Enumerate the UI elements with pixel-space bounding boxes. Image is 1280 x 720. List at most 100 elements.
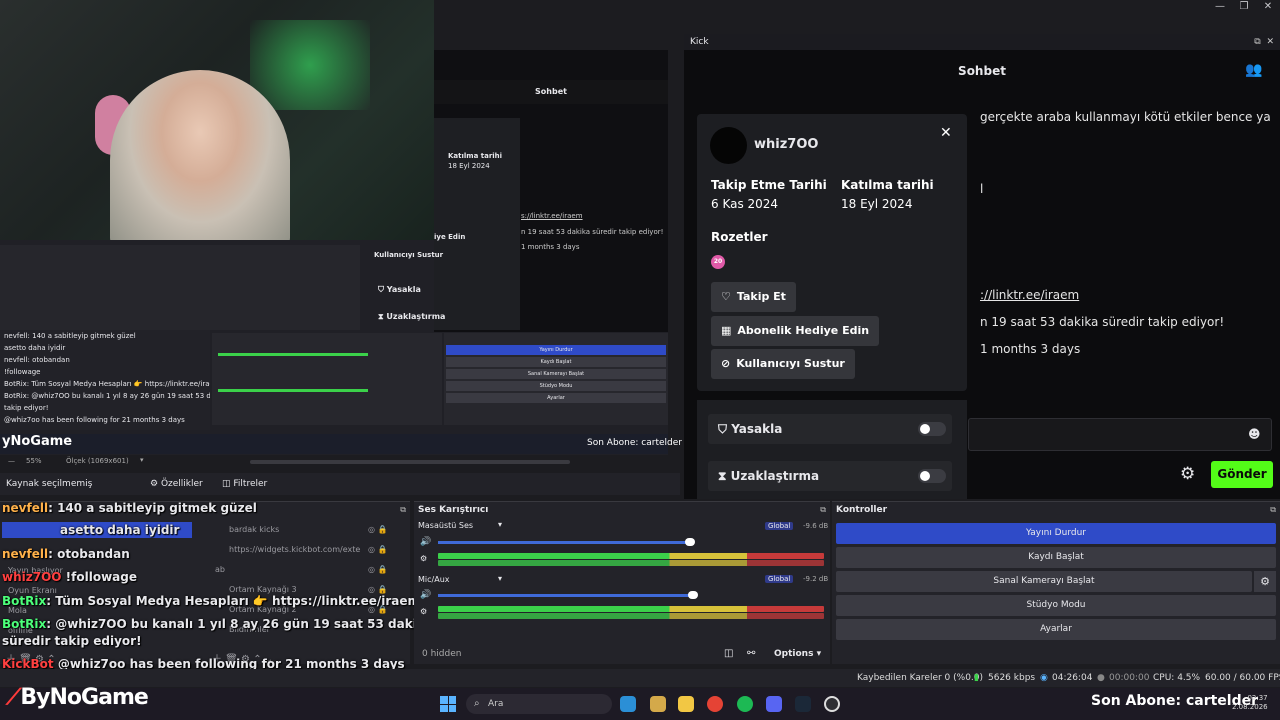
restore-icon[interactable]: ⧉ <box>1254 37 1260 47</box>
track-scope: Global <box>765 575 794 583</box>
edge-icon[interactable] <box>620 696 636 712</box>
popout-icon[interactable]: ⧉ <box>1270 505 1276 515</box>
background-ban-label: Yasakla <box>386 285 421 294</box>
studio-mode-button[interactable]: Stüdyo Modu <box>836 595 1276 616</box>
mute-user-button-label: Kullanıcıyı Sustur <box>736 357 845 370</box>
join-date: 18 Eyl 2024 <box>841 197 913 211</box>
close-icon[interactable]: ✕ <box>1266 37 1274 47</box>
audio-meter <box>438 613 824 619</box>
badges-label: Rozetler <box>711 230 768 244</box>
start-recording-button[interactable]: Kaydı Başlat <box>836 547 1276 568</box>
discord-icon[interactable] <box>766 696 782 712</box>
chat-input[interactable] <box>968 418 1272 451</box>
overlay-nick: whiz7OO <box>2 570 62 584</box>
timeout-toggle[interactable] <box>918 469 946 483</box>
preview-zoom-bar: — 55% Ölçek (1069x601) ▾ <box>0 455 668 469</box>
follow-button[interactable]: ♡ Takip Et <box>711 282 796 312</box>
stream-time: 04:26:04 <box>1052 673 1093 683</box>
gift-sub-button[interactable]: ▦ Abonelik Hediye Edin <box>711 316 880 346</box>
filters-label: Filtreler <box>233 479 268 489</box>
gear-icon[interactable]: ⚙ <box>1254 571 1276 592</box>
preview-son-abone: Son Abone: cartelder <box>587 438 682 448</box>
background-months: 1 months 3 days <box>521 243 580 251</box>
overlay-message: BotRix: Tüm Sosyal Medya Hesapları 👉 htt… <box>2 594 421 608</box>
stop-stream-button[interactable]: Yayını Durdur <box>836 523 1276 544</box>
obs-icon[interactable] <box>824 696 840 712</box>
mixer-title: Ses Karıştırıcı <box>418 505 489 515</box>
windows-start-icon[interactable] <box>440 696 456 712</box>
link-icon[interactable]: ⚯ <box>747 648 755 659</box>
preview-controls: Yayını Durdur Kaydı Başlat Sanal Kameray… <box>444 333 668 425</box>
chat-link[interactable]: ://linktr.ee/iraem <box>980 288 1079 302</box>
chevron-down-icon[interactable]: ▾ <box>498 520 502 529</box>
chevron-down-icon[interactable]: ▾ <box>498 574 502 583</box>
background-join-label: Katılma tarihi <box>448 152 503 160</box>
speaker-icon[interactable]: 🔊 <box>420 537 431 547</box>
folder-icon[interactable] <box>650 696 666 712</box>
overlay-message: whiz7OO !followage <box>2 570 137 584</box>
preview-chat-line: BotRix: Tüm Sosyal Medya Hesapları 👉 htt… <box>4 380 210 388</box>
track-scope: Global <box>765 522 794 530</box>
fps: 60.00 / 60.00 FPS <box>1205 673 1280 683</box>
preview-chat-line: nevfell: 140 a sabitleyip gitmek güzel <box>4 332 136 340</box>
logo-mark-icon: ⟋ <box>6 685 21 710</box>
chevron-down-icon[interactable]: ▾ <box>140 456 144 464</box>
send-button[interactable]: Gönder <box>1211 461 1273 488</box>
mute-icon: ⊘ <box>721 357 731 370</box>
background-mute-button: Kullanıcıyı Sustur <box>374 251 444 259</box>
cpu-usage: CPU: 4.5% <box>1153 673 1201 683</box>
controls-title: Kontroller <box>836 505 888 515</box>
search-icon: ⌕ <box>474 698 480 709</box>
settings-button[interactable]: Ayarlar <box>836 619 1276 640</box>
overlay-text: 140 a sabitleyip gitmek güzel <box>57 501 257 515</box>
minimize-icon[interactable]: — <box>1208 0 1232 14</box>
popout-icon[interactable]: ⧉ <box>820 505 826 515</box>
chat-message: n 19 saat 53 dakika süredir takip ediyor… <box>980 315 1225 329</box>
volume-slider[interactable] <box>438 594 696 597</box>
filters-button[interactable]: ◫ Filtreler <box>222 473 267 495</box>
chat-overlay: nevfell: 140 a sabitleyip gitmek güzel a… <box>0 501 433 671</box>
background-timeout-label: Uzaklaştırma <box>386 312 446 321</box>
preview-control: Sanal Kamerayı Başlat <box>446 369 666 379</box>
overlay-text: süredir takip ediyor! <box>2 634 142 648</box>
emoji-icon[interactable]: ☻ <box>1248 427 1261 441</box>
steam-icon[interactable] <box>795 696 811 712</box>
taskbar-search[interactable]: ⌕ Ara <box>466 694 612 714</box>
close-icon[interactable]: ✕ <box>940 125 952 141</box>
preview-chat-line: BotRix: @whiz7OO bu kanalı 1 yıl 8 ay 26… <box>4 392 210 400</box>
overlay-text: asetto daha iyidir <box>60 523 180 537</box>
source-toolbar: Kaynak seçilmemiş ⚙ Özellikler ◫ Filtrel… <box>0 473 680 495</box>
virtual-camera-button[interactable]: Sanal Kamerayı Başlat <box>836 571 1252 592</box>
settings-icon[interactable]: ⚙ <box>420 607 427 616</box>
volume-slider[interactable] <box>438 541 693 544</box>
layout-icon[interactable]: ◫ <box>724 648 733 659</box>
volume-slider-handle[interactable] <box>688 591 698 599</box>
properties-button[interactable]: ⚙ Özellikler <box>150 473 203 495</box>
chrome-icon[interactable] <box>707 696 723 712</box>
options-button[interactable]: Options ▾ <box>774 649 821 659</box>
settings-icon[interactable]: ⚙ <box>420 554 427 563</box>
overlay-text: otobandan <box>57 547 130 561</box>
preview-chat: nevfell: 140 a sabitleyip gitmek güzel a… <box>0 330 210 430</box>
avatar <box>710 127 747 164</box>
volume-slider-handle[interactable] <box>685 538 695 546</box>
overlay-message: nevfell: otobandan <box>2 547 130 561</box>
speaker-icon[interactable]: 🔊 <box>420 590 431 600</box>
bitrate: 5626 kbps <box>988 673 1036 683</box>
shield-icon: ⛉ <box>718 422 728 436</box>
close-icon[interactable]: ✕ <box>1256 0 1280 14</box>
chat-settings-icon[interactable]: ⚙ <box>1180 464 1195 484</box>
ban-toggle[interactable] <box>918 422 946 436</box>
restore-icon[interactable]: ❐ <box>1232 0 1256 14</box>
users-icon[interactable]: 👥 <box>1245 62 1263 80</box>
file-explorer-icon[interactable] <box>678 696 694 712</box>
mute-user-button[interactable]: ⊘ Kullanıcıyı Sustur <box>711 349 855 379</box>
spotify-icon[interactable] <box>737 696 753 712</box>
preview-scrollbar[interactable] <box>250 460 570 464</box>
system-clock: 02:37 2.08.2026 <box>1232 694 1268 712</box>
zoom-minus-icon[interactable]: — <box>8 457 15 465</box>
streamer <box>110 70 290 248</box>
zoom-level: 55% <box>26 457 42 465</box>
properties-label: Özellikler <box>160 479 203 489</box>
window-controls: — ❐ ✕ <box>1208 0 1280 14</box>
